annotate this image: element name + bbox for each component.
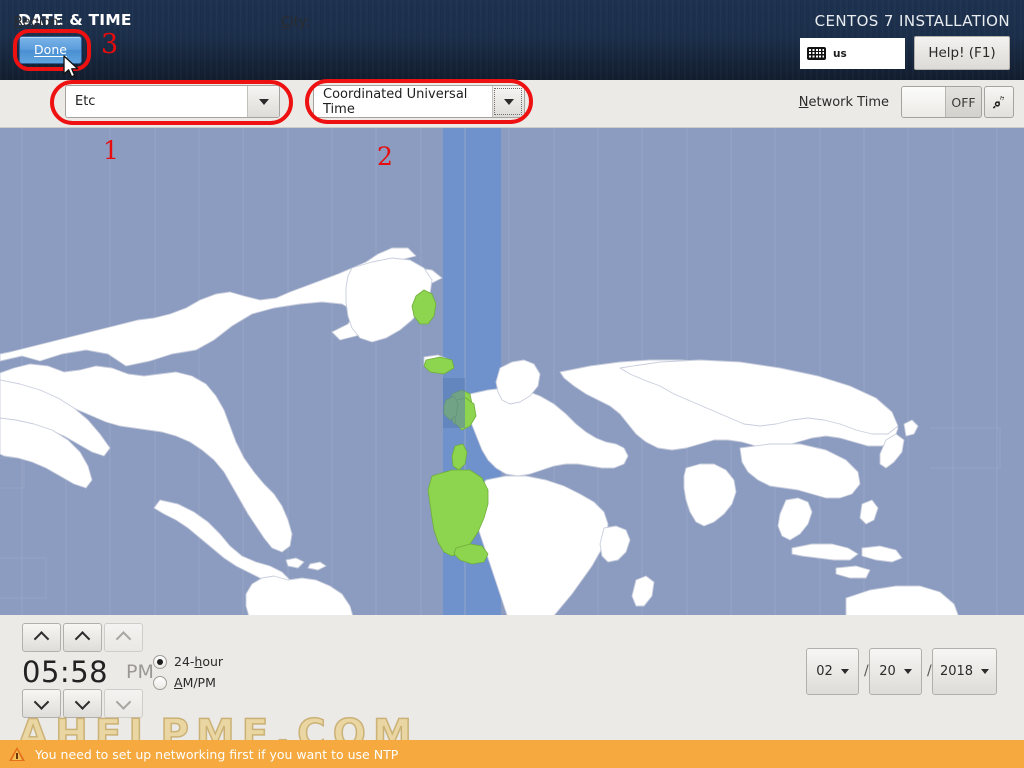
radio-24hour-indicator	[153, 654, 167, 669]
ampm-value: PM	[126, 661, 154, 683]
chevron-down-icon	[74, 694, 91, 710]
city-dropdown[interactable]: Coordinated Universal Time	[313, 85, 525, 118]
network-time-toggle[interactable]: OFF	[901, 86, 982, 118]
time-display: 05:58	[22, 655, 108, 689]
network-time-label: Network Time	[798, 95, 889, 110]
keyboard-layout-label: us	[833, 47, 847, 60]
gear-icon	[992, 95, 1004, 109]
radio-24hour-label: 24-hour	[174, 654, 224, 669]
day-dropdown[interactable]: 20	[869, 648, 922, 695]
chevron-down-icon	[981, 669, 990, 674]
timezone-map[interactable]	[0, 128, 1024, 615]
warning-bar: You need to set up networking first if y…	[0, 740, 1024, 768]
ntp-settings-button[interactable]	[984, 86, 1014, 118]
radio-24hour[interactable]: 24-hour	[153, 654, 223, 669]
region-label: Region:	[14, 15, 63, 30]
month-dropdown[interactable]: 02	[806, 648, 859, 695]
hour-decrement-button[interactable]	[22, 689, 61, 718]
date-time-spoke-screen: DATE & TIME CENTOS 7 INSTALLATION Done u…	[0, 0, 1024, 768]
chevron-down-icon	[115, 694, 132, 710]
radio-ampm-label: AM/PM	[174, 675, 216, 690]
region-dropdown-arrow[interactable]	[247, 86, 279, 117]
radio-ampm[interactable]: AM/PM	[153, 675, 216, 690]
minute-decrement-button[interactable]	[63, 689, 102, 718]
help-button[interactable]: Help! (F1)	[914, 36, 1010, 70]
warning-triangle-icon	[9, 746, 25, 762]
day-value: 20	[879, 664, 896, 679]
done-button[interactable]: Done	[19, 36, 82, 64]
help-button-label: Help! (F1)	[928, 45, 996, 61]
year-value: 2018	[939, 664, 974, 679]
keyboard-icon	[807, 47, 826, 60]
installer-header: DATE & TIME CENTOS 7 INSTALLATION Done u…	[0, 0, 1024, 80]
radio-ampm-indicator	[153, 675, 167, 690]
chevron-down-icon	[840, 669, 849, 674]
year-dropdown[interactable]: 2018	[932, 648, 997, 695]
hour-increment-button[interactable]	[22, 623, 61, 652]
city-dropdown-arrow[interactable]	[492, 86, 524, 117]
region-dropdown-value: Etc	[66, 86, 247, 117]
city-dropdown-value: Coordinated Universal Time	[314, 86, 492, 117]
keyboard-layout-indicator[interactable]: us	[800, 38, 905, 69]
done-button-label: Done	[34, 41, 67, 58]
chevron-up-icon	[74, 631, 91, 647]
chevron-down-icon	[33, 694, 50, 710]
date-separator-2: /	[927, 663, 932, 679]
world-map-graphic	[0, 128, 1001, 615]
date-separator-1: /	[864, 663, 869, 679]
time-separator: :	[59, 655, 71, 689]
chevron-down-icon	[258, 98, 269, 105]
network-time-toggle-state: OFF	[951, 94, 976, 110]
minute-increment-button[interactable]	[63, 623, 102, 652]
month-value: 02	[816, 664, 833, 679]
chevron-down-icon	[903, 669, 912, 674]
ampm-decrement-button[interactable]	[104, 689, 143, 718]
warning-message: You need to set up networking first if y…	[35, 746, 399, 762]
hours-value: 05	[22, 655, 60, 689]
region-dropdown[interactable]: Etc	[65, 85, 280, 118]
minutes-value: 58	[70, 655, 109, 689]
product-title: CENTOS 7 INSTALLATION	[814, 12, 1010, 30]
ampm-increment-button[interactable]	[104, 623, 143, 652]
chevron-up-icon	[115, 631, 132, 647]
network-time-toggle-knob	[902, 87, 946, 117]
chevron-up-icon	[33, 631, 50, 647]
chevron-down-icon	[503, 98, 514, 105]
city-label: City:	[281, 15, 310, 30]
